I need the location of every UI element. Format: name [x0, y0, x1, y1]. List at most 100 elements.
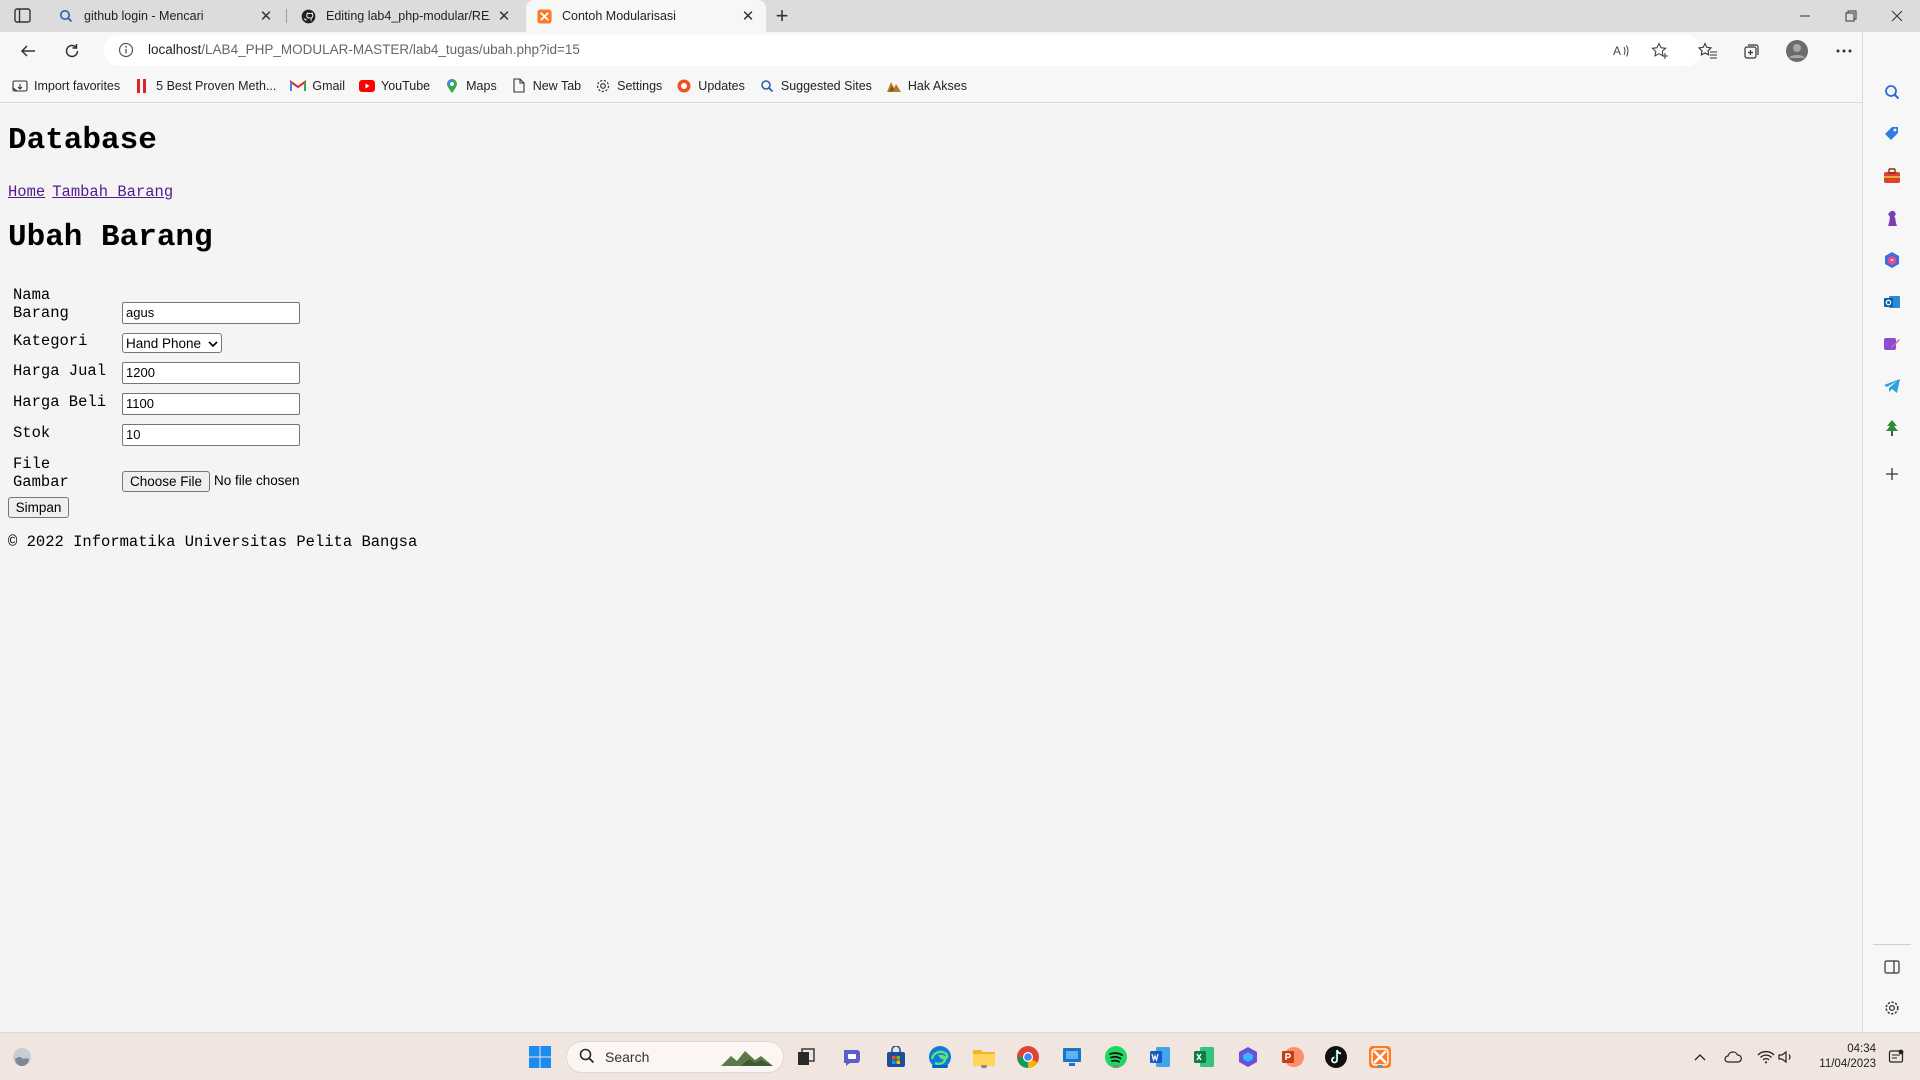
favorites-icon[interactable] [1694, 37, 1722, 65]
label-line: Barang [13, 304, 69, 322]
show-hidden-icons-chevron-icon[interactable] [1690, 1047, 1710, 1067]
collections-icon[interactable] [1738, 37, 1766, 65]
games-chess-icon[interactable] [1882, 208, 1902, 228]
teams-chat-icon[interactable] [838, 1043, 866, 1071]
sidebar-divider [1873, 944, 1911, 945]
outlook-icon[interactable] [1882, 292, 1902, 312]
file-explorer-icon[interactable] [970, 1043, 998, 1071]
youtube-icon [359, 78, 375, 94]
shopping-tag-icon[interactable] [1882, 124, 1902, 144]
copilot-app-icon[interactable] [1234, 1043, 1262, 1071]
nav-tambah-barang-link[interactable]: Tambah Barang [52, 183, 173, 201]
microsoft-365-icon[interactable] [1882, 250, 1902, 270]
bookmark-label: Import favorites [34, 78, 121, 93]
tree-icon[interactable] [1882, 418, 1902, 438]
close-icon[interactable]: ✕ [740, 8, 756, 25]
kategori-select[interactable]: Hand Phone [122, 333, 222, 353]
label-line: Gambar [13, 473, 69, 491]
word-icon[interactable] [1146, 1043, 1174, 1071]
start-button[interactable] [526, 1043, 554, 1071]
bookmark-import-favorites[interactable]: Import favorites [12, 78, 120, 94]
refresh-button[interactable] [58, 37, 86, 65]
tab-actions-icon[interactable] [12, 7, 34, 25]
stok-label: Stok [13, 424, 51, 442]
wifi-icon[interactable] [1756, 1047, 1776, 1067]
chrome-icon[interactable] [1014, 1043, 1042, 1071]
close-icon[interactable]: ✕ [258, 8, 274, 25]
settings-gear-icon[interactable] [1882, 998, 1902, 1018]
back-button[interactable] [14, 37, 42, 65]
tab-editing-readme[interactable]: Editing lab4_php-modular/README.md ✕ [290, 0, 522, 32]
chevron-down-icon [208, 336, 218, 351]
designer-icon[interactable] [1882, 334, 1902, 354]
profile-avatar[interactable] [1783, 37, 1811, 65]
simpan-button[interactable]: Simpan [8, 497, 69, 518]
task-view-icon[interactable] [792, 1043, 820, 1071]
widgets-icon[interactable] [8, 1043, 36, 1071]
edge-browser-icon[interactable] [926, 1043, 954, 1071]
remote-desktop-icon[interactable] [1058, 1043, 1086, 1071]
excel-icon[interactable] [1190, 1043, 1218, 1071]
clock-time: 04:34 [1847, 1043, 1876, 1055]
powerpoint-icon[interactable] [1278, 1043, 1306, 1071]
xampp-icon[interactable] [1366, 1043, 1394, 1071]
tab-contoh-modularisasi[interactable]: Contoh Modularisasi ✕ [526, 0, 766, 32]
tab-github-login[interactable]: github login - Mencari ✕ [48, 0, 284, 32]
bookmark-label: Gmail [312, 78, 345, 93]
svg-text:A: A [1613, 44, 1621, 58]
import-icon [12, 78, 28, 94]
close-window-button[interactable] [1874, 0, 1920, 32]
more-menu-icon[interactable] [1830, 37, 1858, 65]
bookmark-5-best[interactable]: 5 Best Proven Meth... [134, 78, 276, 94]
label-line: Nama [13, 286, 51, 304]
volume-icon[interactable] [1776, 1047, 1796, 1067]
edge-sidebar [1862, 32, 1920, 1032]
tiktok-icon[interactable] [1322, 1043, 1350, 1071]
harga-beli-input[interactable]: 1100 [122, 393, 300, 415]
harga-jual-input[interactable]: 1200 [122, 362, 300, 384]
add-icon[interactable] [1882, 464, 1902, 484]
search-icon[interactable] [1882, 82, 1902, 102]
onedrive-cloud-icon[interactable] [1723, 1047, 1743, 1067]
search-placeholder: Search [605, 1049, 650, 1065]
choose-file-button[interactable]: Choose File [122, 471, 210, 492]
page-icon [511, 78, 527, 94]
nav-home-link[interactable]: Home [8, 183, 45, 201]
bookmark-hak-akses[interactable]: Hak Akses [886, 78, 967, 94]
bookmark-maps[interactable]: Maps [444, 78, 497, 94]
new-tab-button[interactable]: + [770, 3, 794, 28]
tab-strip: github login - Mencari ✕ Editing lab4_ph… [0, 0, 1920, 32]
bookmark-label: Updates [698, 78, 745, 93]
nama-barang-input[interactable]: agus [122, 302, 300, 324]
tab-title: github login - Mencari [84, 9, 204, 23]
bookmark-gmail[interactable]: Gmail [290, 78, 345, 94]
bookmark-settings[interactable]: Settings [595, 78, 662, 94]
bookmark-suggested-sites[interactable]: Suggested Sites [759, 78, 872, 94]
spotify-icon[interactable] [1102, 1043, 1130, 1071]
running-indicator [1377, 1065, 1383, 1068]
close-icon[interactable]: ✕ [496, 8, 512, 25]
notification-icon[interactable] [1886, 1047, 1906, 1067]
info-icon[interactable] [118, 42, 134, 58]
address-bar[interactable]: localhost/LAB4_PHP_MODULAR-MASTER/lab4_t… [104, 35, 1702, 66]
clock-date: 11/04/2023 [1819, 1058, 1876, 1070]
bookmark-label: Settings [617, 78, 663, 93]
restore-button[interactable] [1828, 0, 1874, 32]
updates-icon [676, 78, 692, 94]
bookmark-new-tab[interactable]: New Tab [511, 78, 581, 94]
taskbar-search-box[interactable]: Search [566, 1041, 784, 1073]
url-host: localhost [148, 42, 202, 57]
bookmark-updates[interactable]: Updates [676, 78, 745, 94]
stok-input[interactable]: 10 [122, 424, 300, 446]
bookmark-youtube[interactable]: YouTube [359, 78, 430, 94]
add-favorite-icon[interactable] [1650, 41, 1670, 61]
taskbar-clock[interactable]: 04:34 11/04/2023 [1800, 1042, 1876, 1072]
minimize-button[interactable] [1782, 0, 1828, 32]
tools-briefcase-icon[interactable] [1882, 166, 1902, 186]
microsoft-store-icon[interactable] [882, 1043, 910, 1071]
bookmark-label: Hak Akses [907, 78, 967, 93]
read-aloud-icon[interactable]: A [1612, 41, 1632, 61]
hide-sidebar-icon[interactable] [1882, 957, 1902, 977]
kategori-label: Kategori [13, 332, 88, 350]
telegram-icon[interactable] [1882, 376, 1902, 396]
